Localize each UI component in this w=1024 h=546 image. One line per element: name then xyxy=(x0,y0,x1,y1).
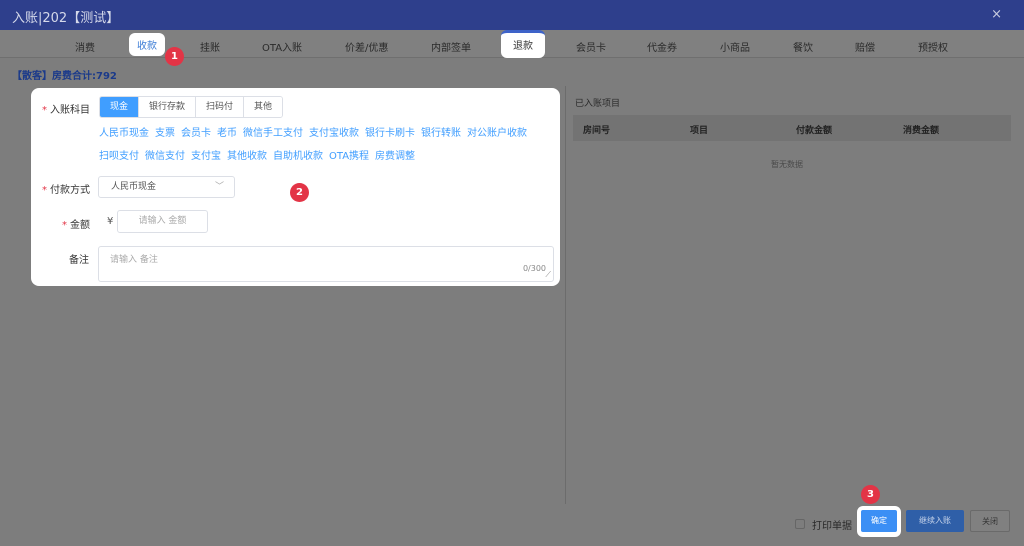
remark-textarea[interactable]: 请输入 备注 0/300 ⟋ xyxy=(98,246,554,282)
option-alipay[interactable]: 支付宝 xyxy=(191,151,221,162)
option-kiosk[interactable]: 自助机收款 xyxy=(273,151,323,162)
segment-scan-pay[interactable]: 扫码付 xyxy=(195,97,244,117)
option-saobei[interactable]: 扫呗支付 xyxy=(99,151,139,162)
option-bank-transfer[interactable]: 银行转账 xyxy=(421,128,461,139)
payment-method-value: 人民币现金 xyxy=(111,182,157,192)
tab-receipt[interactable]: 收款 xyxy=(129,33,165,56)
title-bar: 入账|202【测试】 × xyxy=(0,0,1024,30)
tab-ota[interactable]: OTA入账 xyxy=(262,39,302,54)
subject-options-row1: 人民币现金 支票 会员卡 老币 微信手工支付 支付宝收款 银行卡刷卡 银行转账 对公账户收款 xyxy=(99,124,533,139)
tab-member-card[interactable]: 会员卡 xyxy=(576,39,606,54)
tab-internal-sign[interactable]: 内部签单 xyxy=(431,39,471,54)
tab-goods[interactable]: 小商品 xyxy=(720,39,750,54)
step-badge-3: 3 xyxy=(861,485,880,504)
subject-options-row2: 扫呗支付 微信支付 支付宝 其他收款 自助机收款 OTA携程 房费调整 xyxy=(99,147,421,162)
tab-bar: 消费 收款 挂账 OTA入账 价差/优惠 内部签单 退款 会员卡 代金券 小商品… xyxy=(0,30,1024,58)
option-wechat-manual[interactable]: 微信手工支付 xyxy=(243,128,303,139)
tab-compensation[interactable]: 赔偿 xyxy=(855,39,875,54)
option-room-adjust[interactable]: 房费调整 xyxy=(375,151,415,162)
option-wechat-pay[interactable]: 微信支付 xyxy=(145,151,185,162)
empty-state-text: 暂无数据 xyxy=(771,160,803,169)
print-receipt-checkbox[interactable] xyxy=(795,519,805,529)
subject-segmented-control: 现金 银行存款 扫码付 其他 xyxy=(99,96,284,118)
amount-input[interactable]: 请输入 金额 xyxy=(117,210,208,233)
option-cheque[interactable]: 支票 xyxy=(155,128,175,139)
payment-method-label: * 付款方式 xyxy=(42,185,90,196)
print-receipt-label[interactable]: 打印单据 xyxy=(812,517,852,532)
currency-symbol: ¥ xyxy=(107,216,114,227)
tab-price-diff[interactable]: 价差/优惠 xyxy=(345,39,388,54)
tab-refund[interactable]: 退款 xyxy=(501,30,545,58)
option-alipay-receipt[interactable]: 支付宝收款 xyxy=(309,128,359,139)
option-bank-card[interactable]: 银行卡刷卡 xyxy=(365,128,415,139)
confirm-button[interactable]: 确定 xyxy=(861,510,897,532)
col-room-number: 房间号 xyxy=(583,126,611,136)
col-payment-amount: 付款金额 xyxy=(796,126,833,136)
room-fee-summary: 【散客】房费合计:792 xyxy=(12,71,117,82)
option-rmb-cash[interactable]: 人民币现金 xyxy=(99,128,149,139)
segment-cash[interactable]: 现金 xyxy=(100,97,139,117)
step-badge-2: 2 xyxy=(290,183,309,202)
col-consume-amount: 消费金额 xyxy=(903,126,940,136)
option-other-receipt[interactable]: 其他收款 xyxy=(227,151,267,162)
remark-label: 备注 xyxy=(69,255,89,266)
resize-handle-icon[interactable]: ⟋ xyxy=(545,270,551,280)
option-member-card[interactable]: 会员卡 xyxy=(181,128,211,139)
tab-voucher[interactable]: 代金券 xyxy=(647,39,677,54)
option-ota-ctrip[interactable]: OTA携程 xyxy=(329,151,369,162)
option-corporate-account[interactable]: 对公账户收款 xyxy=(467,128,527,139)
tab-preauth[interactable]: 预授权 xyxy=(918,39,948,54)
posted-items-table-header: 房间号 项目 付款金额 消费金额 xyxy=(573,115,1011,141)
close-icon[interactable]: × xyxy=(991,7,1002,22)
tab-charge-account[interactable]: 挂账 xyxy=(200,39,220,54)
panel-divider xyxy=(565,86,566,504)
close-button[interactable]: 关闭 xyxy=(970,510,1010,532)
col-item: 项目 xyxy=(690,126,709,136)
subject-label: * 入账科目 xyxy=(42,105,90,116)
segment-other[interactable]: 其他 xyxy=(243,97,283,117)
posted-items-title: 已入账项目 xyxy=(575,99,621,109)
chevron-down-icon: ﹀ xyxy=(214,182,224,192)
tab-consume[interactable]: 消费 xyxy=(75,39,95,54)
tab-dining[interactable]: 餐饮 xyxy=(793,39,813,54)
payment-method-select[interactable]: 人民币现金 ﹀ xyxy=(98,176,235,198)
continue-entry-button[interactable]: 继续入账 xyxy=(906,510,964,532)
remark-placeholder: 请输入 备注 xyxy=(110,255,158,265)
amount-label: * 金额 xyxy=(62,220,90,231)
window-title: 入账|202【测试】 xyxy=(12,11,120,26)
option-old-coin[interactable]: 老币 xyxy=(217,128,237,139)
step-badge-1: 1 xyxy=(165,47,184,66)
segment-bank-deposit[interactable]: 银行存款 xyxy=(138,97,196,117)
remark-char-count: 0/300 xyxy=(522,264,546,273)
